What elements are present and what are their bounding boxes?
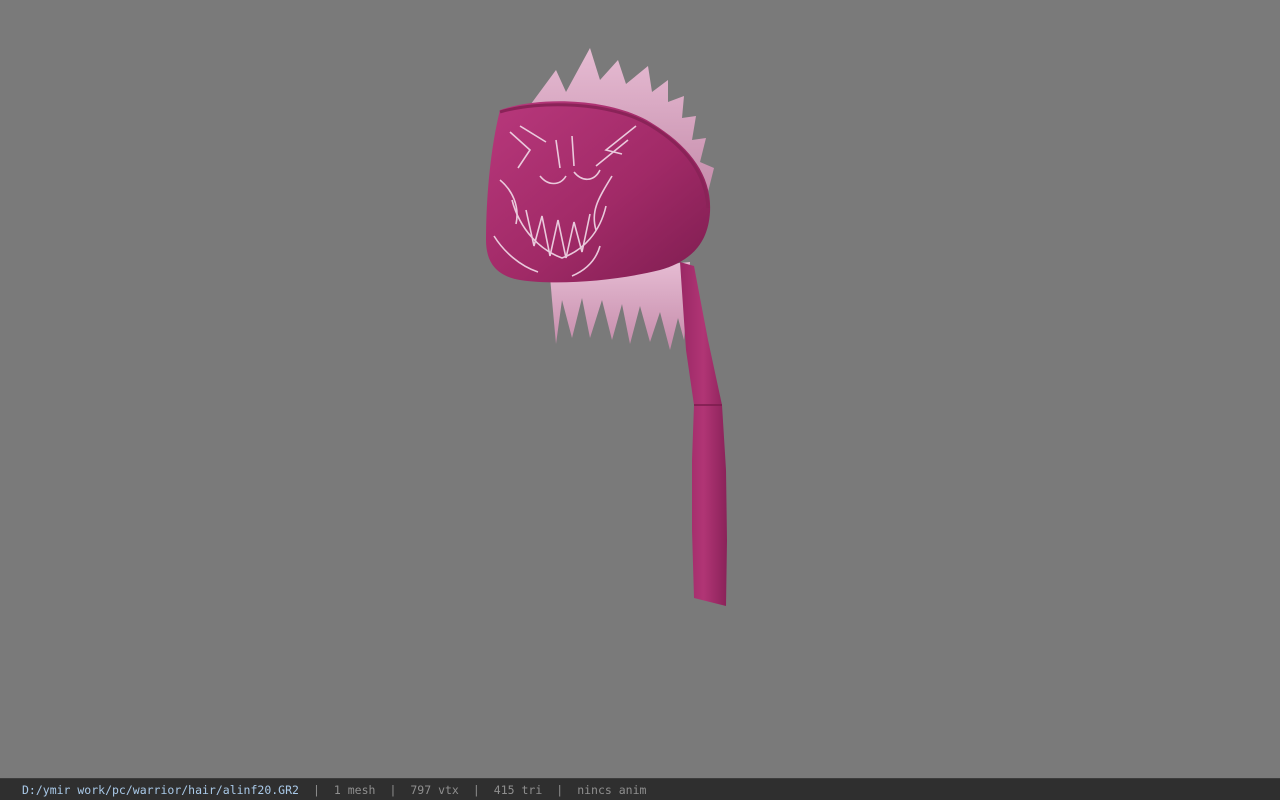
separator: | [312, 782, 320, 797]
vertex-count: 797 vtx [410, 782, 459, 797]
file-path: D:/ymir work/pc/warrior/hair/alinf20.GR2 [22, 782, 299, 797]
mesh-count: 1 mesh [333, 782, 376, 797]
triangle-count: 415 tri [493, 782, 543, 797]
separator: | [556, 782, 564, 797]
model-render [486, 48, 727, 606]
bandana-tail [680, 262, 727, 606]
animation-status: nincs anim [577, 782, 647, 797]
3d-viewport[interactable] [0, 0, 1280, 778]
status-bar: D:/ymir work/pc/warrior/hair/alinf20.GR2… [0, 778, 1280, 800]
separator: | [472, 782, 480, 797]
separator: | [389, 782, 397, 797]
